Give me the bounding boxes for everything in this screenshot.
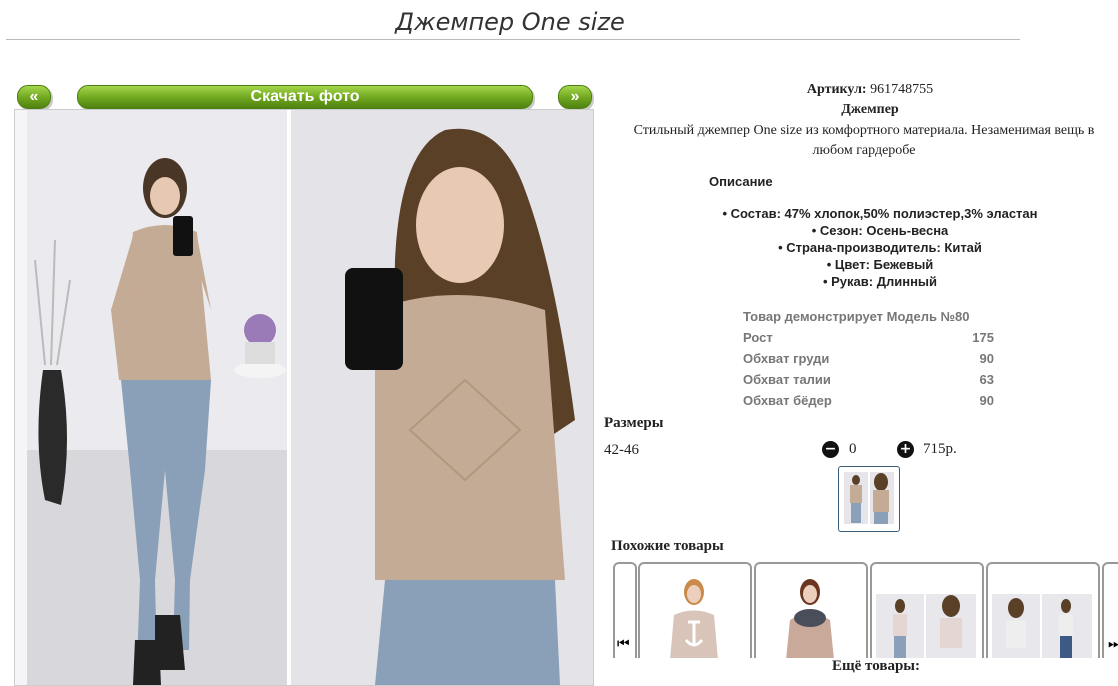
product-description: Стильный джемпер One size из комфортного… xyxy=(604,121,1118,161)
model-param-value: 63 xyxy=(979,372,994,387)
model-param-value: 90 xyxy=(979,393,994,408)
product-thumbnail[interactable] xyxy=(838,466,900,532)
model-param-label: Товар демонстрирует Модель №80 xyxy=(743,309,970,324)
price: 715р. xyxy=(923,441,957,457)
model-params-table: Товар демонстрирует Модель №80 Рост 175 … xyxy=(743,306,994,411)
model-param-label: Обхват талии xyxy=(743,372,831,387)
download-photo-button[interactable]: Скачать фото xyxy=(77,85,533,109)
model-param-label: Рост xyxy=(743,330,773,345)
model-param-value: 175 xyxy=(972,330,994,345)
sizes-heading: Размеры xyxy=(604,415,664,431)
product-description-line1: Стильный джемпер One size из комфортного… xyxy=(633,123,1095,138)
model-param-row: Обхват талии 63 xyxy=(743,369,994,390)
model-param-value: 90 xyxy=(979,351,994,366)
similar-product-card[interactable] xyxy=(986,562,1100,658)
quantity-stepper: − 0 + 715р. xyxy=(822,441,957,458)
article-value: 961748755 xyxy=(870,82,934,97)
product-name: Джемпер xyxy=(841,102,899,117)
similar-heading: Похожие товары xyxy=(611,538,724,554)
article-line: Артикул: 961748755 xyxy=(600,82,1118,98)
skip-back-icon: ⏮ xyxy=(617,636,630,652)
similar-product-card[interactable] xyxy=(638,562,752,658)
similar-carousel: ⏮ ⏭ xyxy=(613,562,1118,658)
description-heading: Описание xyxy=(709,174,773,189)
model-param-row: Товар демонстрирует Модель №80 xyxy=(743,306,994,327)
model-param-row: Рост 175 xyxy=(743,327,994,348)
feature-item: • Страна-производитель: Китай xyxy=(778,240,982,255)
product-description-line2: любом гардеробе xyxy=(812,143,916,158)
carousel-next-button[interactable]: ⏭ xyxy=(1102,562,1118,658)
similar-product-card[interactable] xyxy=(754,562,868,658)
product-photo[interactable] xyxy=(14,109,594,686)
feature-item: • Рукав: Длинный xyxy=(822,274,938,289)
size-value: 42-46 xyxy=(604,442,639,458)
model-param-row: Обхват бёдер 90 xyxy=(743,390,994,411)
quantity-value: 0 xyxy=(849,441,857,457)
feature-item: • Цвет: Бежевый xyxy=(826,257,934,272)
page-title: Джемпер One size xyxy=(395,8,625,36)
carousel-prev-button[interactable]: ⏮ xyxy=(613,562,637,658)
similar-product-card[interactable] xyxy=(870,562,984,658)
model-param-label: Обхват груди xyxy=(743,351,830,366)
minus-circle-icon[interactable]: − xyxy=(822,441,839,458)
skip-forward-icon: ⏭ xyxy=(1108,636,1118,652)
title-divider xyxy=(6,39,1020,40)
feature-list: • Состав: 47% хлопок,50% полиэстер,3% эл… xyxy=(640,205,1118,290)
next-photo-button[interactable]: » xyxy=(558,85,592,109)
model-param-label: Обхват бёдер xyxy=(743,393,832,408)
plus-circle-icon[interactable]: + xyxy=(897,441,914,458)
article-label: Артикул: xyxy=(806,82,867,97)
more-products-label: Ещё товары: xyxy=(600,658,1118,675)
feature-item: • Состав: 47% хлопок,50% полиэстер,3% эл… xyxy=(722,206,1038,221)
feature-item: • Сезон: Осень-весна xyxy=(811,223,949,238)
prev-photo-button[interactable]: « xyxy=(17,85,51,109)
model-param-row: Обхват груди 90 xyxy=(743,348,994,369)
